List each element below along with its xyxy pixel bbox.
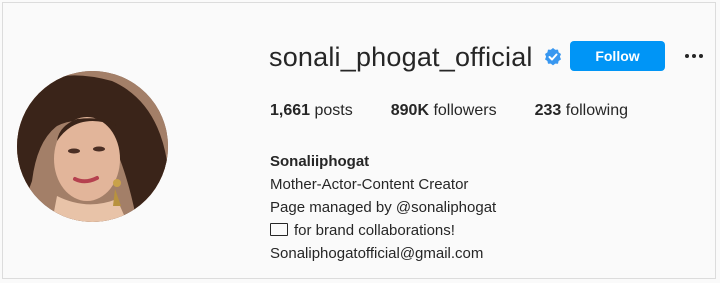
bio-line-text: for brand collaborations!: [294, 222, 455, 239]
followers-stat[interactable]: 890K followers: [391, 102, 497, 120]
followers-count: 890K: [390, 102, 429, 119]
dot: [685, 54, 689, 58]
username: sonali_phogat_official: [269, 41, 533, 72]
bio-line: Page managed by @sonaliphogat: [270, 199, 497, 216]
username-row: sonali_phogat_official: [269, 37, 563, 77]
dot: [699, 54, 703, 58]
following-label: following: [565, 102, 629, 119]
more-options-icon[interactable]: [681, 43, 707, 69]
envelope-icon: [270, 223, 288, 236]
display-name: Sonaliiphogat: [270, 153, 370, 170]
bio-line: Mother-Actor-Content Creator: [270, 176, 469, 193]
followers-label: followers: [433, 102, 497, 119]
verified-badge-icon: [543, 47, 563, 67]
following-stat[interactable]: 233 following: [535, 102, 628, 120]
following-count: 233: [534, 102, 562, 119]
dot: [692, 54, 696, 58]
profile-bio: Sonaliiphogat Mother-Actor-Content Creat…: [270, 150, 496, 265]
email-link[interactable]: Sonaliphogatofficial@gmail.com: [270, 245, 483, 262]
profile-avatar[interactable]: [17, 71, 168, 222]
posts-count: 1,661: [270, 102, 311, 119]
posts-stat: 1,661 posts: [270, 102, 353, 120]
profile-photo: [17, 71, 168, 222]
posts-label: posts: [314, 102, 353, 119]
follow-button[interactable]: Follow: [570, 41, 665, 71]
profile-header: sonali_phogat_official Follow 1,661 post…: [2, 2, 716, 279]
bio-line: for brand collaborations!: [270, 219, 496, 242]
profile-stats: 1,661 posts 890K followers 233 following: [270, 102, 666, 120]
bio-email[interactable]: Sonaliphogatofficial@gmail.com: [270, 242, 496, 265]
